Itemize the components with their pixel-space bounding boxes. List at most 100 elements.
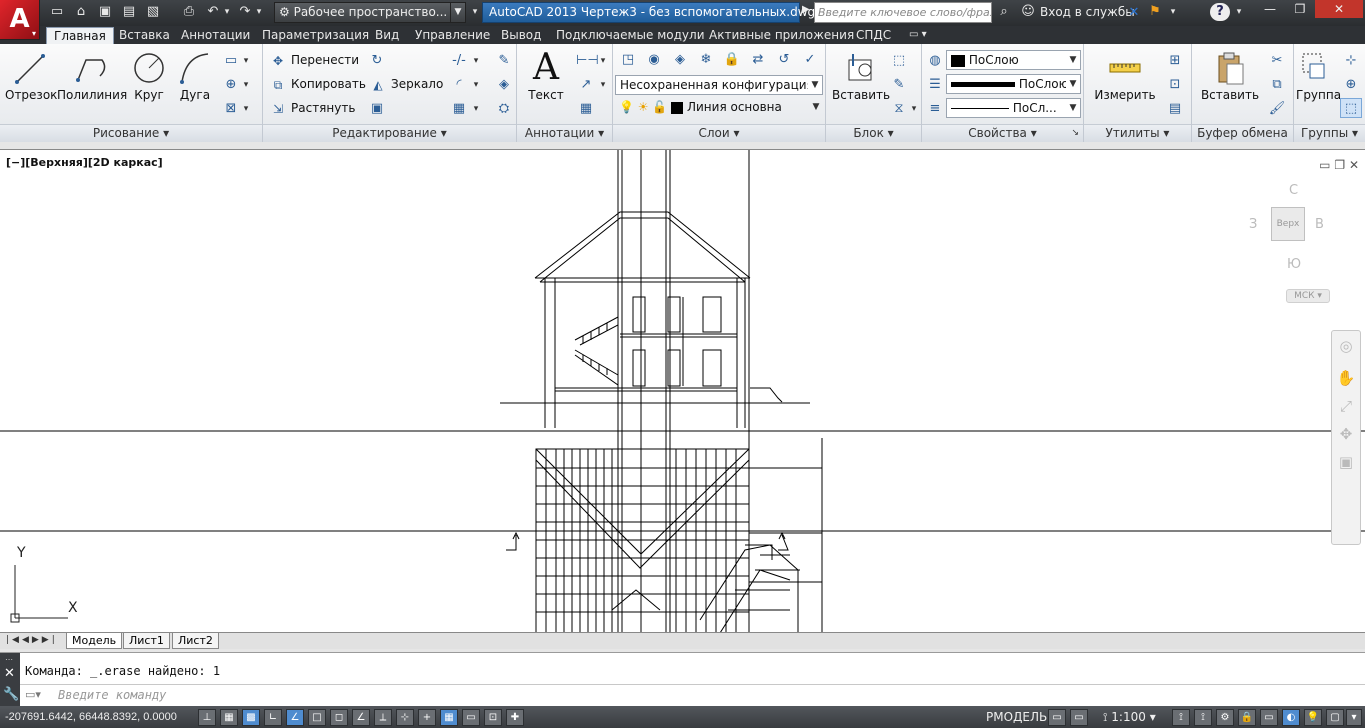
cut-icon[interactable]: ✂ (1266, 50, 1288, 70)
help-dropdown-icon[interactable]: ▾ (1230, 3, 1248, 21)
quick-view-drawings-icon[interactable]: ▭ (1070, 709, 1088, 726)
text-button[interactable]: A Текст (523, 48, 569, 103)
scale-icon[interactable]: ▣ (366, 98, 388, 118)
panel-utilities-title[interactable]: Утилиты ▾ (1084, 124, 1191, 142)
tab-nav-arrows-icon[interactable]: |◀◀▶▶| (6, 635, 58, 645)
viewcube[interactable]: С Верх З В Ю (1249, 183, 1325, 293)
arc-button[interactable]: Дуга (175, 48, 215, 102)
dimension-icon[interactable]: ⊢⊣ (575, 50, 599, 70)
undo-dropdown-icon[interactable]: ▾ (222, 3, 232, 21)
polar-toggle[interactable]: ∠ (286, 709, 304, 726)
tab-plugins[interactable]: Подключаемые модули (549, 27, 712, 44)
quick-properties-toggle[interactable]: ▭ (462, 709, 480, 726)
quick-view-layouts-icon[interactable]: ▭ (1048, 709, 1066, 726)
qat-customize-icon[interactable]: ▾ (470, 3, 480, 21)
group-button[interactable]: Группа (1296, 48, 1341, 102)
sign-in-link[interactable]: Вход в службы (1040, 5, 1135, 19)
tab-output[interactable]: Вывод (494, 27, 548, 44)
line-button[interactable]: Отрезок (5, 48, 57, 102)
lineweight-icon[interactable]: ☰ (924, 74, 946, 94)
rotate-icon[interactable]: ↻ (366, 50, 388, 70)
redo-icon[interactable]: ↷ (236, 3, 254, 21)
dialog-launcher-icon[interactable]: ↘ (1071, 125, 1079, 142)
viewcube-east[interactable]: В (1315, 217, 1324, 232)
insert-block-button[interactable]: Вставить (832, 48, 890, 102)
ucs-menu[interactable]: МСК ▾ (1286, 289, 1330, 303)
model-space-toggle[interactable]: РМОДЕЛЬ (986, 710, 1047, 724)
tab-apps[interactable]: Активные приложения (702, 27, 861, 44)
tab-annotate[interactable]: Аннотации (174, 27, 257, 44)
match-properties-icon[interactable]: 🖌 (1266, 98, 1288, 118)
search-input[interactable]: Введите ключевое слово/фразу (814, 2, 992, 23)
coordinates-readout[interactable]: -207691.6442, 66448.8392, 0.0000 (5, 711, 177, 723)
array-dropdown-icon[interactable]: ▾ (470, 98, 482, 118)
tab-parametric[interactable]: Параметризация (255, 27, 376, 44)
fillet-dropdown-icon[interactable]: ▾ (470, 74, 482, 94)
viewcube-north[interactable]: С (1289, 183, 1298, 198)
tab-manage[interactable]: Управление (408, 27, 497, 44)
mirror-button[interactable]: ◭ Зеркало (369, 74, 443, 94)
ungroup-icon[interactable]: ⊹ (1340, 50, 1362, 70)
trim-dropdown-icon[interactable]: ▾ (470, 50, 482, 70)
clean-screen-icon[interactable]: ▢ (1326, 709, 1344, 726)
restore-button[interactable]: ❐ (1285, 0, 1315, 18)
quick-select-icon[interactable]: ⊞ (1164, 50, 1186, 70)
color-wheel-icon[interactable]: ◍ (924, 50, 946, 70)
tab-home[interactable]: Главная (46, 27, 114, 44)
new-file-icon[interactable]: ▭ (48, 3, 66, 21)
selection-cycling-toggle[interactable]: ⊡ (484, 709, 502, 726)
panel-clipboard-title[interactable]: Буфер обмена (1192, 124, 1293, 142)
panel-properties-title[interactable]: Свойства ▾ ↘ (922, 124, 1083, 142)
offset-icon[interactable]: ⛭ (493, 98, 515, 118)
close-button[interactable]: ✕ (1315, 0, 1363, 18)
layer-walk-icon[interactable]: ✓ (799, 49, 821, 69)
edit-attributes-icon[interactable]: ⧖ (888, 98, 910, 118)
command-line-handle[interactable]: ⋯ ✕ 🔧 (0, 653, 20, 707)
color-select[interactable]: ПоСлою ▼ (946, 50, 1081, 70)
connect-icon[interactable]: ⚑ (1146, 3, 1164, 21)
hatch-icon[interactable]: ⊠ (220, 98, 242, 118)
workspace-switch-icon[interactable]: ⚙ (1216, 709, 1234, 726)
leader-dropdown-icon[interactable]: ▾ (597, 74, 609, 94)
fillet-icon[interactable]: ◜ (448, 74, 470, 94)
command-input[interactable]: ▭▾ Введите команду (20, 684, 1365, 706)
ortho-toggle[interactable]: ∟ (264, 709, 282, 726)
panel-modify-title[interactable]: Редактирование ▾ (263, 124, 516, 142)
lineweight-select[interactable]: ПоСлоюк ▼ (946, 74, 1081, 94)
infer-constraints-toggle[interactable]: ⊥ (198, 709, 216, 726)
copy-button[interactable]: ⧉ Копировать (269, 74, 366, 94)
drawing-canvas[interactable]: [−][Верхняя][2D каркас] ▭ ❐ ✕ Y X С Верх… (0, 149, 1365, 632)
layer-properties-icon[interactable]: ◳ (617, 49, 639, 69)
layer-isolate-icon[interactable]: ◈ (669, 49, 691, 69)
steering-wheel-icon[interactable]: ◎ (1332, 337, 1360, 355)
group-selection-icon[interactable]: ⬚ (1340, 98, 1362, 118)
rectangle-icon[interactable]: ▭ (220, 50, 242, 70)
panel-annotation-title[interactable]: Аннотации ▾ (517, 124, 612, 142)
layer-previous-icon[interactable]: ↺ (773, 49, 795, 69)
lineweight-toggle[interactable]: + (418, 709, 436, 726)
hatch-dropdown-icon[interactable]: ▾ (240, 98, 252, 118)
open-file-icon[interactable]: ⌂ (72, 3, 90, 21)
ducs-toggle[interactable]: ⟂ (374, 709, 392, 726)
zoom-icon[interactable]: ⤢ (1332, 397, 1360, 415)
user-icon[interactable]: ☺ (1019, 3, 1037, 21)
move-button[interactable]: ✥ Перенести (269, 50, 359, 70)
command-prompt-icon[interactable]: ▭▾ (25, 688, 55, 701)
layer-off-icon[interactable]: ◉ (643, 49, 665, 69)
layer-select[interactable]: 💡 ☀ 🔓 Линия основна ▼ (615, 98, 823, 118)
viewcube-face[interactable]: Верх (1271, 207, 1305, 241)
erase-icon[interactable]: ✎ (493, 50, 515, 70)
wrench-icon[interactable]: 🔧 (3, 687, 19, 702)
viewcube-south[interactable]: Ю (1287, 257, 1301, 272)
select-all-icon[interactable]: ⊡ (1164, 74, 1186, 94)
print-icon[interactable]: ⎙ (180, 3, 198, 21)
connect-dropdown-icon[interactable]: ▾ (1164, 3, 1182, 21)
ellipse-dropdown-icon[interactable]: ▾ (240, 74, 252, 94)
layer-match-icon[interactable]: ⇄ (747, 49, 769, 69)
layer-state-select[interactable]: Несохраненная конфигурация сло ▼ (615, 75, 823, 95)
rectangle-dropdown-icon[interactable]: ▾ (240, 50, 252, 70)
minimize-button[interactable]: — (1255, 0, 1285, 18)
help-icon[interactable]: ? (1210, 3, 1230, 21)
showmotion-icon[interactable]: ▣ (1332, 453, 1360, 471)
transparency-toggle[interactable]: ▦ (440, 709, 458, 726)
